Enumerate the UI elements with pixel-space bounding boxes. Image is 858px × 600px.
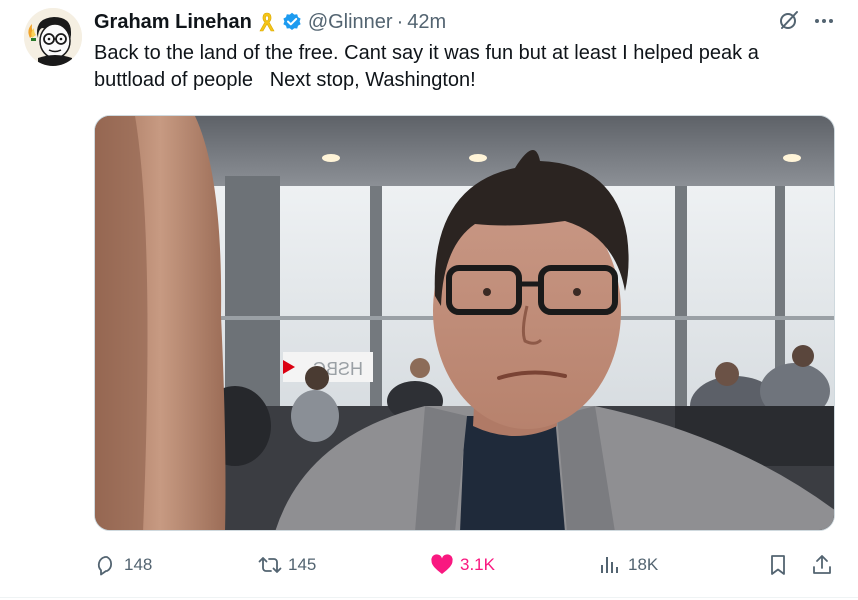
action-bar: 148 145 3.1K 18K — [0, 548, 858, 582]
repost-count: 145 — [288, 555, 317, 574]
share-icon — [813, 555, 831, 574]
post-time[interactable]: 42m — [407, 11, 446, 34]
tweet-text: Back to the land of the free. Cant say i… — [94, 42, 765, 91]
repost-button[interactable]: 145 — [258, 548, 316, 582]
tweet-photo[interactable]: HSBC — [94, 115, 835, 531]
views-count: 18K — [628, 555, 659, 574]
reply-count: 148 — [124, 555, 153, 574]
more-icon[interactable] — [812, 10, 836, 32]
bookmark-button[interactable] — [766, 548, 790, 582]
views-button[interactable]: 18K — [598, 548, 658, 582]
reply-icon — [97, 556, 113, 576]
yellow-ribbon-icon — [258, 11, 276, 33]
like-count: 3.1K — [460, 555, 495, 574]
bookmark-icon — [771, 555, 785, 575]
divider — [0, 597, 858, 598]
reply-button[interactable]: 148 — [94, 548, 152, 582]
tweet[interactable]: Graham Linehan @Glinner · 42m Back to th… — [0, 0, 858, 600]
separator-dot: · — [396, 10, 404, 33]
repost-icon — [258, 557, 282, 573]
airport-selfie-photo: HSBC — [95, 116, 834, 530]
share-button[interactable] — [810, 548, 834, 582]
views-icon — [601, 557, 618, 573]
author-name[interactable]: Graham Linehan — [94, 11, 252, 34]
like-icon — [431, 554, 453, 574]
grok-icon[interactable] — [778, 9, 800, 31]
tweet-header: Graham Linehan @Glinner · 42m — [94, 9, 446, 35]
cartoon-avatar-icon — [24, 8, 82, 66]
avatar[interactable] — [24, 8, 82, 66]
like-button[interactable]: 3.1K — [430, 548, 495, 582]
verified-badge-icon[interactable] — [282, 12, 302, 32]
author-handle[interactable]: @Glinner — [308, 11, 393, 34]
